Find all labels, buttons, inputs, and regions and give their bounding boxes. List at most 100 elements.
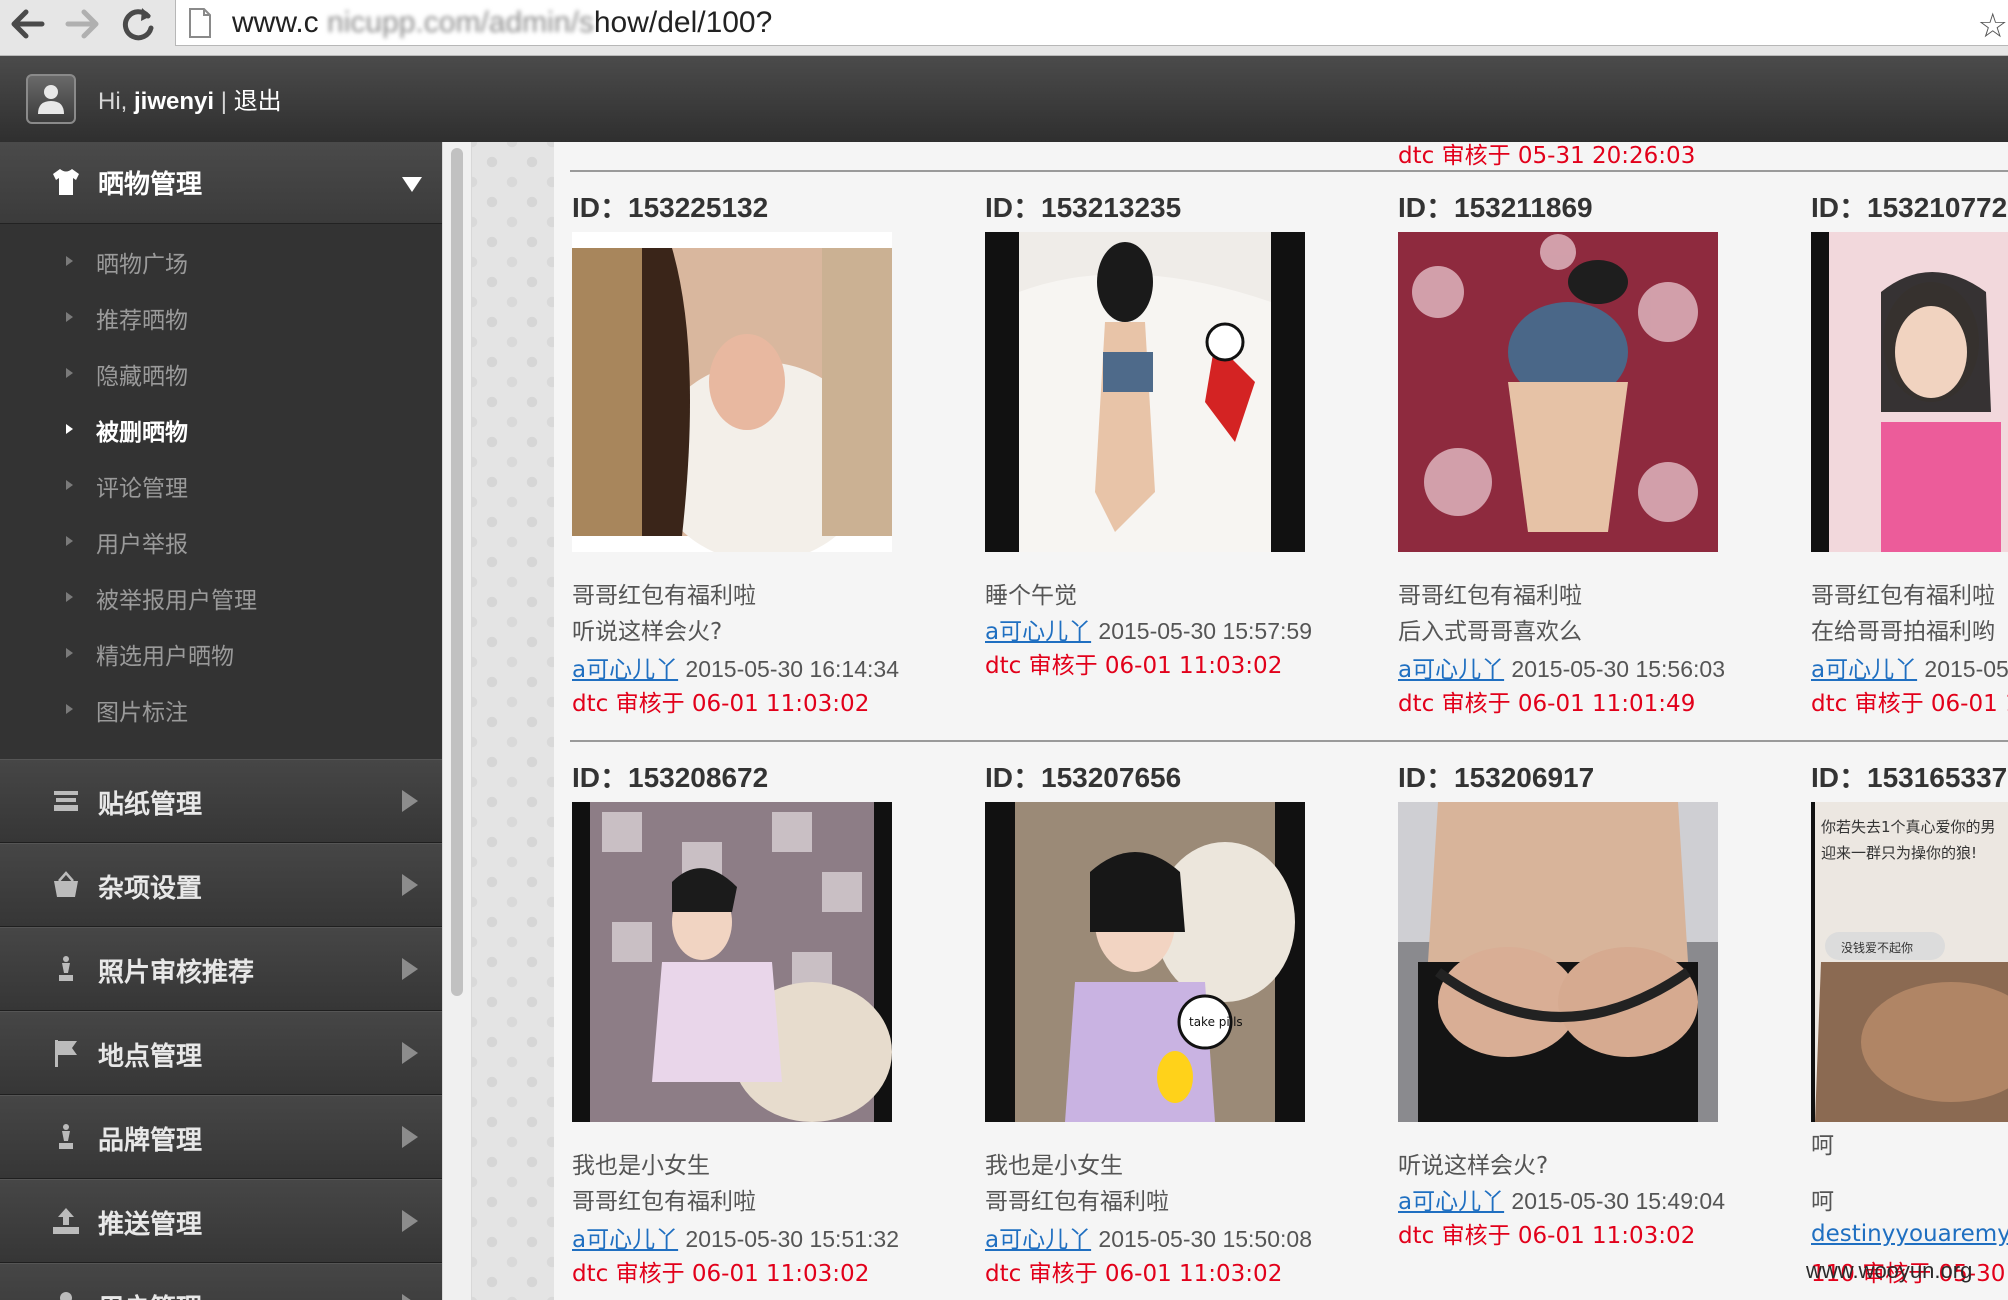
meme-chip: 没钱爱不起你 (1841, 940, 1913, 955)
user-icon (50, 1289, 82, 1300)
post-id: ID：153225132 (572, 192, 769, 223)
bullet-icon (66, 424, 73, 434)
address-bar[interactable]: www.c nicupp.com/admin/show/del/100? ☆ (175, 0, 2008, 46)
user-link[interactable]: a可心儿丫 (1811, 657, 1917, 683)
user-link[interactable]: a可心儿丫 (1398, 657, 1504, 683)
background-pattern (472, 142, 554, 1300)
sidebar-item-reported-users[interactable]: 被举报用户管理 (0, 570, 442, 626)
sidebar-item-featured[interactable]: 精选用户晒物 (0, 626, 442, 682)
post-caption: 哥哥红包有福利啦 (1398, 583, 1582, 609)
chevron-right-icon (402, 958, 418, 980)
sidebar-group-misc[interactable]: 杂项设置 (0, 843, 442, 927)
post-image[interactable] (1398, 802, 1718, 1122)
flag-icon (50, 1037, 82, 1069)
caret-down-icon (400, 172, 424, 196)
post-image[interactable]: 你若失去1个真心爱你的男 迎来一群只为操你的狼! 没钱爱不起你 (1811, 802, 2008, 1122)
browser-toolbar: www.c nicupp.com/admin/show/del/100? ☆ (0, 0, 2008, 56)
audit-status: dtc 审核于 06-01 11:01:49 (1398, 691, 1696, 717)
audit-status: dtc 审核于 06-01 11:03:02 (985, 653, 1283, 679)
chevron-right-icon (402, 790, 418, 812)
sticker-icon (50, 785, 82, 817)
post-image[interactable] (1398, 232, 1718, 552)
bullet-icon (66, 480, 73, 490)
watermark: www.wooyun.org (1806, 1258, 1973, 1283)
chevron-right-icon (402, 874, 418, 896)
page-icon (188, 8, 212, 38)
post-caption: 哥哥红包有福利啦 (572, 583, 756, 609)
user-link[interactable]: a可心儿丫 (572, 657, 678, 683)
bullet-icon (66, 368, 73, 378)
deleted-posts-grid: dtc 审核于 05-31 20:26:03 ID：153225132 哥哥红包… (554, 142, 2008, 1300)
bullet-icon (66, 312, 73, 322)
chevron-right-icon (402, 1042, 418, 1064)
post-caption: 睡个午觉 (985, 583, 1077, 609)
post-id: ID：153213235 (985, 192, 1182, 223)
user-link[interactable]: a可心儿丫 (1398, 1189, 1504, 1215)
audit-status: dtc 审核于 06-01 11:03:02 (1398, 1223, 1696, 1249)
scrollbar-thumb[interactable] (451, 148, 463, 996)
sidebar-group-push[interactable]: 推送管理 (0, 1179, 442, 1263)
post-image[interactable] (572, 232, 892, 552)
logout-link[interactable]: 退出 (234, 88, 282, 115)
post-id: ID：153206917 (1398, 762, 1595, 793)
sidebar-group-showcase[interactable]: 晒物管理 (0, 142, 442, 224)
post-meta: a可心儿丫 2015-05-30 15:49:04 (1398, 1188, 1725, 1215)
bullet-icon (66, 592, 73, 602)
post-caption: 在给哥哥拍福利哟 (1811, 619, 1995, 645)
sidebar-item-image-tags[interactable]: 图片标注 (0, 682, 442, 738)
post-caption: 听说这样会火? (1398, 1153, 1549, 1179)
sidebar-item-deleted[interactable]: 被删晒物 (0, 402, 442, 458)
post-card: ID：153206917 听说这样会火? a可心儿丫 2015-05-30 15… (1380, 756, 1780, 1300)
post-image[interactable] (1811, 232, 2008, 552)
sidebar-scrollbar[interactable] (442, 142, 472, 1300)
chess-icon (50, 1121, 82, 1153)
user-link[interactable]: a可心儿丫 (985, 1227, 1091, 1253)
sidebar-group-stickers[interactable]: 贴纸管理 (0, 759, 442, 843)
post-meta: a可心儿丫 2015-05-30 15:50:08 (985, 1226, 1312, 1253)
app-header: Hi, jiwenyi | 退出 (0, 56, 2008, 143)
sidebar-group-locations[interactable]: 地点管理 (0, 1011, 442, 1095)
basket-icon (50, 869, 82, 901)
post-card: ID：153208672 我也是小女生 哥哥红包有福利啦 a可心儿丫 2015-… (554, 756, 954, 1300)
sidebar-item-comments[interactable]: 评论管理 (0, 458, 442, 514)
sidebar-group-brands[interactable]: 品牌管理 (0, 1095, 442, 1179)
post-card: ID：153207656 take pills 我也是小女生 哥哥红包有福利啦 … (967, 756, 1367, 1300)
url-text: www.c nicupp.com/admin/show/del/100? (232, 6, 773, 39)
sidebar-item-hidden[interactable]: 隐藏晒物 (0, 346, 442, 402)
post-caption: 哥哥红包有福利啦 (1811, 583, 1995, 609)
audit-status: dtc 审核于 06-01 1 (1811, 691, 2008, 717)
post-meta: a可心儿丫 2015-05-30 16:14:34 (572, 656, 899, 683)
sidebar-group-users[interactable]: 用户管理 (0, 1263, 442, 1300)
post-meta: a可心儿丫 2015-05-30 15:56:03 (1398, 656, 1725, 683)
sidebar-group-photo-review[interactable]: 照片审核推荐 (0, 927, 442, 1011)
post-caption: 我也是小女生 (985, 1153, 1123, 1179)
post-caption: 我也是小女生 (572, 1153, 710, 1179)
post-id: ID：153210772 (1811, 192, 2008, 223)
user-link[interactable]: a可心儿丫 (572, 1227, 678, 1253)
post-image[interactable] (572, 802, 892, 1122)
chess-icon (50, 953, 82, 985)
post-id: ID：153211869 (1398, 192, 1593, 223)
sidebar-group-label: 晒物管理 (98, 170, 203, 200)
meme-text: 你若失去1个真心爱你的男 (1821, 818, 1996, 836)
back-icon[interactable] (4, 2, 52, 46)
post-id: ID：153207656 (985, 762, 1182, 793)
post-image[interactable] (985, 232, 1305, 552)
sidebar-item-reports[interactable]: 用户举报 (0, 514, 442, 570)
post-caption: 后入式哥哥喜欢么 (1398, 619, 1582, 645)
post-image[interactable]: take pills (985, 802, 1305, 1122)
audit-status: dtc 审核于 05-31 20:26:03 (1398, 143, 1696, 169)
user-link[interactable]: destinyyouaremy (1811, 1221, 2008, 1247)
sidebar-item-recommended[interactable]: 推荐晒物 (0, 290, 442, 346)
post-meta: a可心儿丫 2015-05-30 15:51:32 (572, 1226, 899, 1253)
reload-icon[interactable] (114, 2, 162, 46)
forward-icon[interactable] (58, 2, 106, 46)
bookmark-star-icon[interactable]: ☆ (1978, 6, 2008, 46)
tshirt-icon (50, 166, 82, 198)
user-link[interactable]: a可心儿丫 (985, 619, 1091, 645)
sidebar-item-square[interactable]: 晒物广场 (0, 234, 442, 290)
post-id: ID：153165337 (1811, 762, 2008, 793)
audit-status: dtc 审核于 06-01 11:03:02 (572, 1261, 870, 1287)
upload-icon (50, 1205, 82, 1237)
sidebar: 晒物管理 晒物广场 推荐晒物 隐藏晒物 被删晒物 评论管理 用户举报 被举报用户… (0, 142, 442, 1300)
